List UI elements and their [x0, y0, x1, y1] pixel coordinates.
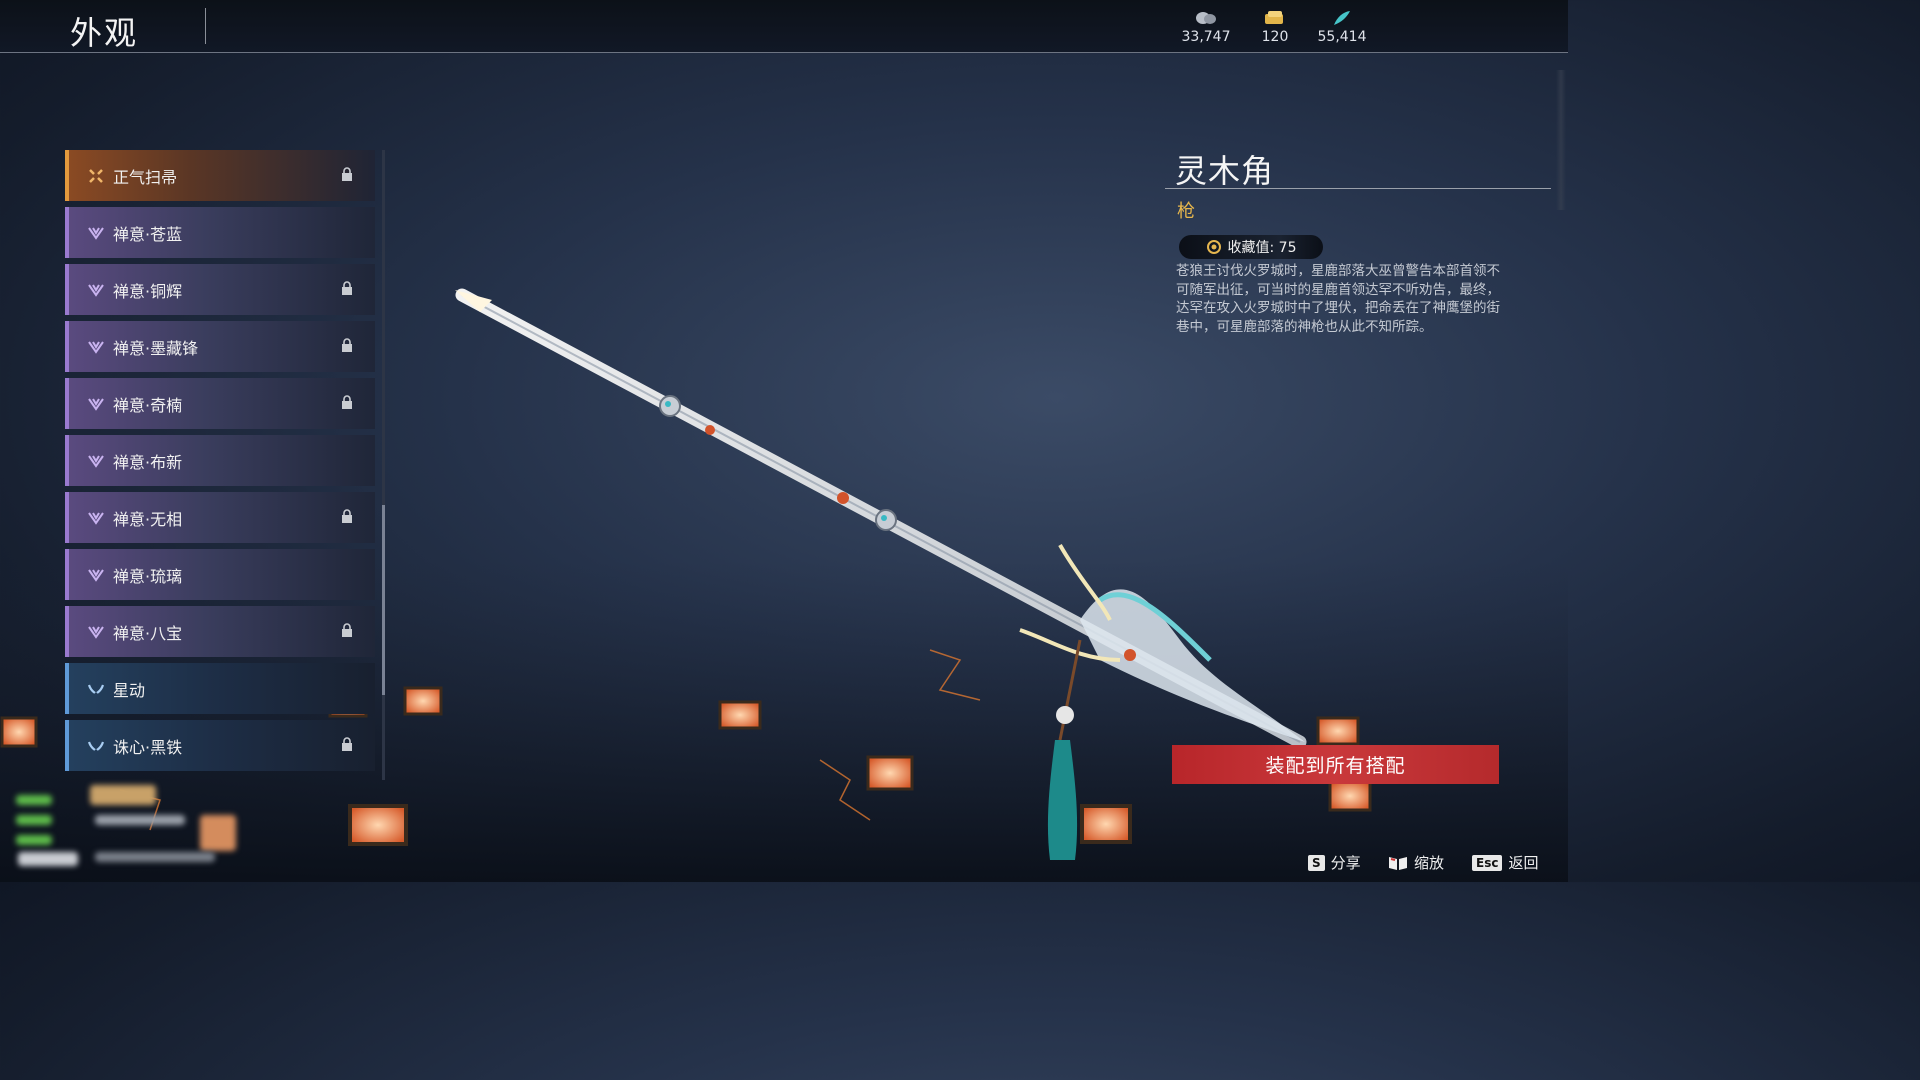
currency-gold-value: 120	[1261, 29, 1289, 45]
skin-item-7[interactable]: 禅意·琉璃	[65, 549, 375, 600]
skin-item-label: 禅意·墨藏锋	[113, 338, 199, 358]
gold-ticket-icon	[1240, 8, 1310, 28]
star-wing-icon	[87, 680, 105, 698]
equip-all-button[interactable]: 装配到所有搭配	[1172, 745, 1499, 784]
special-burst-icon	[87, 167, 105, 185]
skin-item-0[interactable]: 正气扫帚	[65, 150, 375, 201]
lock-icon	[341, 167, 353, 186]
zen-lotus-icon	[87, 452, 105, 470]
skin-item-2[interactable]: 禅意·铜辉	[65, 264, 375, 315]
skin-item-1[interactable]: 禅意·苍蓝	[65, 207, 375, 258]
lock-icon	[341, 395, 353, 414]
jade-feather-icon	[1307, 8, 1377, 28]
name-underline	[1165, 188, 1551, 189]
skin-item-label: 禅意·奇楠	[113, 395, 183, 415]
lock-icon	[341, 623, 353, 642]
right-edge-decoration	[1556, 70, 1566, 210]
back-hint[interactable]: Esc 返回	[1472, 852, 1538, 873]
zen-lotus-icon	[87, 338, 105, 356]
skin-item-label: 禅意·八宝	[113, 623, 183, 643]
item-description: 苍狼王讨伐火罗城时，星鹿部落大巫曾警告本部首领不可随军出征，可当时的星鹿首领达罕…	[1176, 263, 1500, 335]
share-hint[interactable]: S 分享	[1308, 852, 1361, 873]
list-scrollbar-thumb[interactable]	[382, 505, 385, 695]
book-icon	[1388, 855, 1408, 871]
collection-badge: 收藏值: 75	[1179, 235, 1323, 259]
skin-item-label: 星动	[113, 680, 146, 700]
item-name: 灵木角	[1175, 152, 1275, 190]
skin-item-4[interactable]: 禅意·奇楠	[65, 378, 375, 429]
zoom-hint[interactable]: 缩放	[1388, 852, 1444, 873]
lock-icon	[341, 509, 353, 528]
zen-lotus-icon	[87, 509, 105, 527]
skin-item-8[interactable]: 禅意·八宝	[65, 606, 375, 657]
skin-item-label: 禅意·无相	[113, 509, 183, 529]
key-s: S	[1308, 854, 1325, 871]
back-label: 返回	[1508, 854, 1539, 872]
zen-lotus-icon	[87, 395, 105, 413]
currency-silver: 33,747	[1171, 8, 1241, 45]
key-esc: Esc	[1472, 854, 1503, 871]
skin-item-3[interactable]: 禅意·墨藏锋	[65, 321, 375, 372]
page-title: 外观	[70, 14, 139, 52]
collection-icon	[1206, 239, 1222, 255]
top-bar: 外观 33,747 120 55,414	[0, 0, 1568, 53]
collection-value: 收藏值: 75	[1227, 240, 1297, 256]
zen-lotus-icon	[87, 623, 105, 641]
currency-jade-value: 55,414	[1317, 29, 1367, 45]
share-label: 分享	[1330, 854, 1361, 872]
zoom-label: 缩放	[1414, 854, 1445, 872]
skin-item-6[interactable]: 禅意·无相	[65, 492, 375, 543]
zen-lotus-icon	[87, 281, 105, 299]
skin-item-9[interactable]: 星动	[65, 663, 375, 714]
zen-lotus-icon	[87, 566, 105, 584]
skin-item-label: 禅意·苍蓝	[113, 224, 183, 244]
skin-item-5[interactable]: 禅意·布新	[65, 435, 375, 486]
skin-item-label: 禅意·琉璃	[113, 566, 183, 586]
skin-item-10[interactable]: 诛心·黑铁	[65, 720, 375, 771]
skin-item-label: 禅意·布新	[113, 452, 183, 472]
currency-jade: 55,414	[1307, 8, 1377, 45]
skin-item-label: 诛心·黑铁	[113, 737, 183, 757]
silver-coin-icon	[1171, 8, 1241, 28]
star-wing-icon	[87, 737, 105, 755]
lock-icon	[341, 281, 353, 300]
lock-icon	[341, 338, 353, 357]
currency-silver-value: 33,747	[1181, 29, 1231, 45]
item-type: 枪	[1177, 201, 1195, 222]
title-divider	[205, 8, 206, 44]
skin-list: 正气扫帚 禅意·苍蓝 禅意·铜辉 禅意·墨藏锋 禅意·奇楠 禅意·布新 禅意·无…	[65, 150, 375, 777]
lock-icon	[341, 737, 353, 756]
skin-item-label: 禅意·铜辉	[113, 281, 183, 301]
currency-gold: 120	[1240, 8, 1310, 45]
skin-item-label: 正气扫帚	[113, 167, 178, 187]
zen-lotus-icon	[87, 224, 105, 242]
